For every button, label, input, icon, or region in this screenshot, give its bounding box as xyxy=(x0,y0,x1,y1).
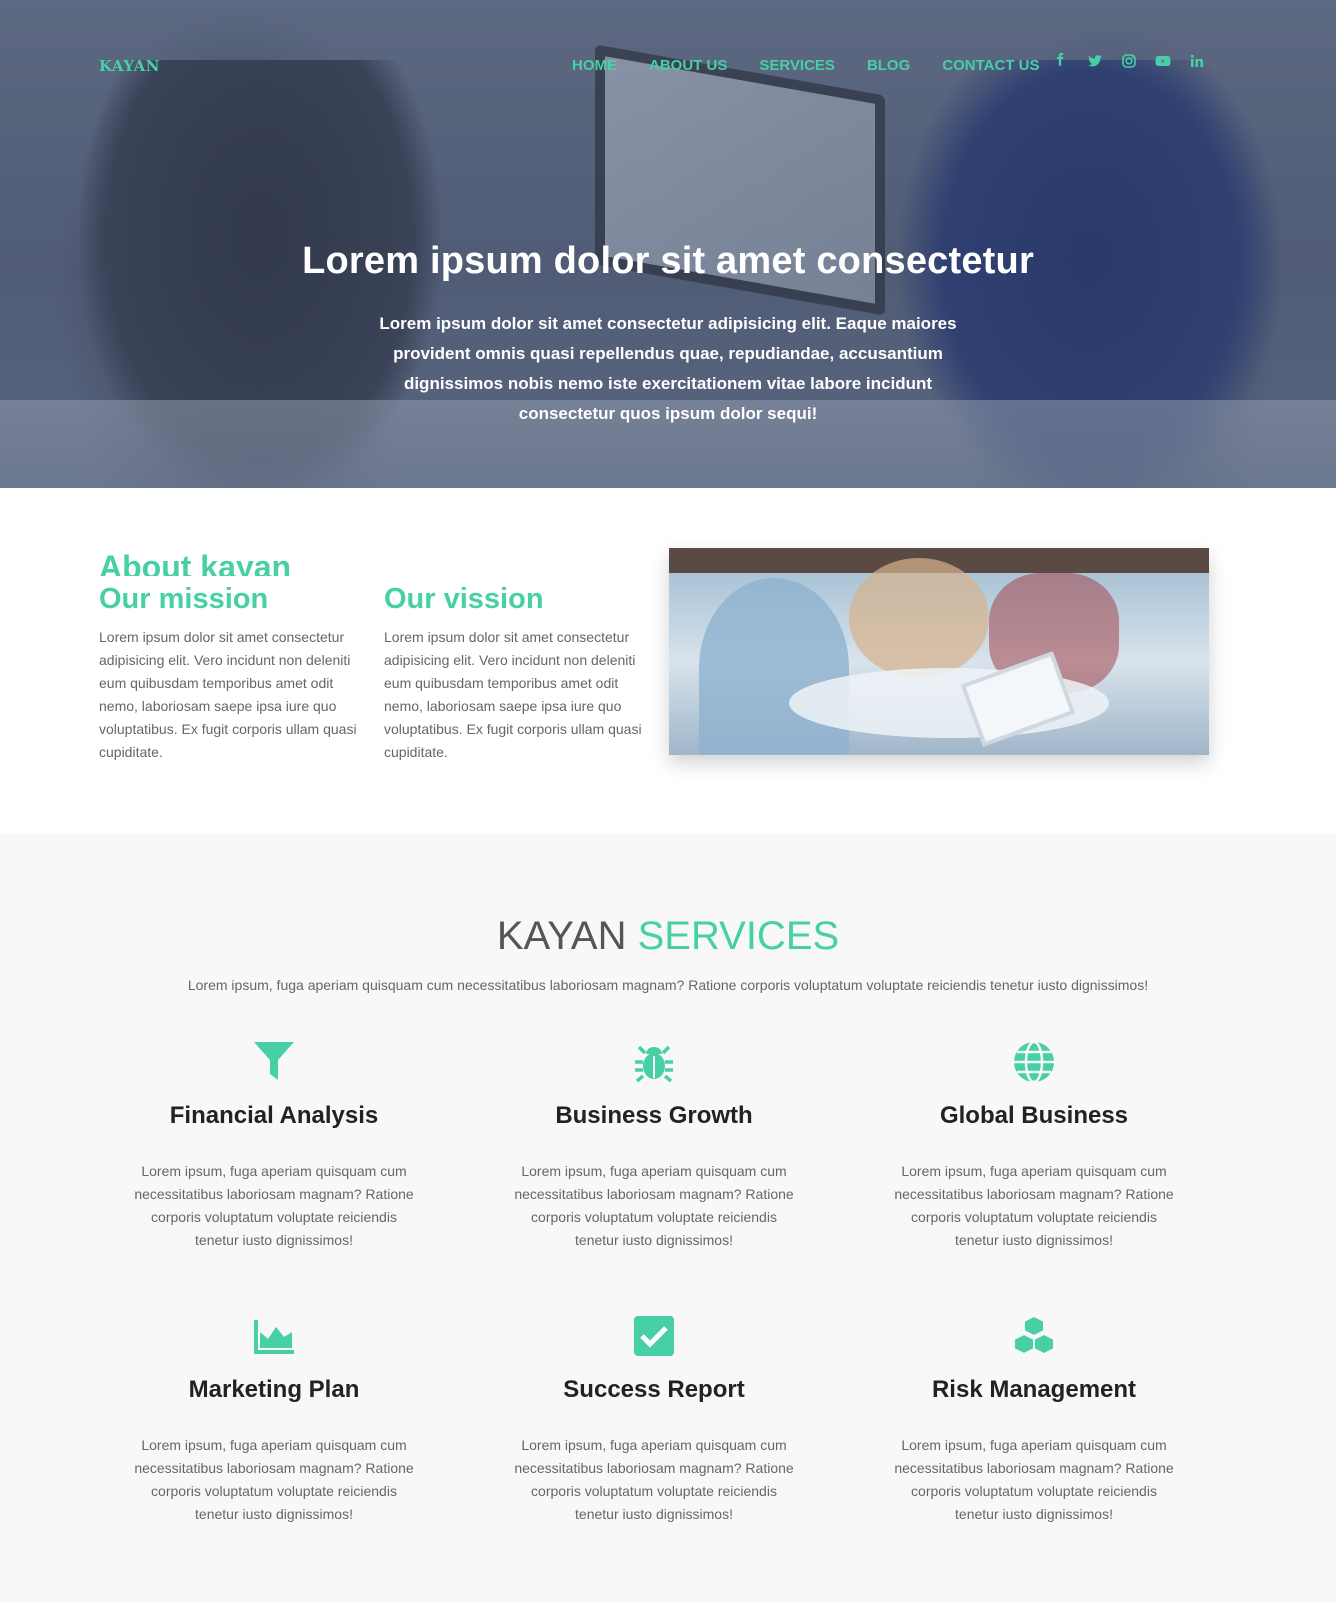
nav-item-about-us[interactable]: ABOUT US xyxy=(649,57,727,74)
nav-menu: HOME ABOUT US SERVICES BLOG CONTACT US xyxy=(572,57,1040,74)
hero-text: Lorem ipsum dolor sit amet consectetur a… xyxy=(379,314,957,423)
nav-item-home[interactable]: HOME xyxy=(572,57,617,74)
top-nav: KAYAN HOME ABOUT US SERVICES BLOG CONTAC… xyxy=(0,52,1336,82)
services-subtitle: Lorem ipsum, fuga aperiam quisquam cum n… xyxy=(187,977,1149,993)
services-title-main: KAYAN xyxy=(496,914,627,958)
bug-icon xyxy=(635,1045,673,1083)
service-title: Risk Management xyxy=(931,1376,1137,1403)
hero-content: Lorem ipsum dolor sit amet consectetur L… xyxy=(0,240,1336,429)
hero-section: KAYAN HOME ABOUT US SERVICES BLOG CONTAC… xyxy=(0,0,1336,488)
instagram-icon[interactable] xyxy=(1121,53,1137,69)
mission-heading: Our mission xyxy=(99,583,269,615)
service-text: Lorem ipsum, fuga aperiam quisquam cum n… xyxy=(514,1163,794,1248)
services-title-accent: SERVICES xyxy=(637,914,840,958)
facebook-icon[interactable] xyxy=(1053,53,1069,69)
youtube-icon[interactable] xyxy=(1155,53,1171,69)
service-title: Business Growth xyxy=(555,1102,753,1129)
check-square-icon xyxy=(634,1316,674,1356)
social-links xyxy=(1053,53,1205,69)
nav-item-services[interactable]: SERVICES xyxy=(759,57,835,74)
team-meeting-image xyxy=(669,548,1209,755)
cubes-icon xyxy=(1013,1314,1055,1356)
service-card: Global Business Lorem ipsum, fuga aperia… xyxy=(884,1040,1184,1252)
linkedin-icon[interactable] xyxy=(1189,53,1205,69)
service-card: Success Report Lorem ipsum, fuga aperiam… xyxy=(504,1314,804,1526)
service-card: Business Growth Lorem ipsum, fuga aperia… xyxy=(504,1040,804,1252)
twitter-icon[interactable] xyxy=(1087,53,1103,69)
globe-icon xyxy=(1014,1040,1054,1084)
service-title: Global Business xyxy=(939,1102,1129,1129)
service-text: Lorem ipsum, fuga aperiam quisquam cum n… xyxy=(894,1437,1174,1522)
service-text: Lorem ipsum, fuga aperiam quisquam cum n… xyxy=(894,1163,1174,1248)
services-section: KAYAN SERVICES Lorem ipsum, fuga aperiam… xyxy=(0,834,1336,1603)
services-title: KAYAN SERVICES xyxy=(0,914,1336,959)
hero-title: Lorem ipsum dolor sit amet consectetur xyxy=(302,240,1034,282)
funnel-icon xyxy=(254,1042,294,1080)
mission-text: Lorem ipsum dolor sit amet consectetur a… xyxy=(99,629,357,760)
nav-item-blog[interactable]: BLOG xyxy=(867,57,910,74)
vision-column: Our vission Lorem ipsum dolor sit amet c… xyxy=(384,583,649,764)
service-title: Success Report xyxy=(563,1376,745,1403)
area-chart-icon xyxy=(254,1320,294,1354)
service-text: Lorem ipsum, fuga aperiam quisquam cum n… xyxy=(134,1163,414,1248)
vision-text: Lorem ipsum dolor sit amet consectetur a… xyxy=(384,629,642,760)
about-title: About kayan xyxy=(99,549,292,576)
service-card: Financial Analysis Lorem ipsum, fuga ape… xyxy=(124,1040,424,1252)
mission-column: Our mission Lorem ipsum dolor sit amet c… xyxy=(99,583,364,764)
nav-item-contact-us[interactable]: CONTACT US xyxy=(942,57,1039,74)
site-logo[interactable]: KAYAN xyxy=(99,57,160,75)
service-card: Marketing Plan Lorem ipsum, fuga aperiam… xyxy=(124,1314,424,1526)
about-section: About kayan Our mission Lorem ipsum dolo… xyxy=(0,488,1336,834)
service-card: Risk Management Lorem ipsum, fuga aperia… xyxy=(884,1314,1184,1526)
service-text: Lorem ipsum, fuga aperiam quisquam cum n… xyxy=(514,1437,794,1522)
service-title: Financial Analysis xyxy=(169,1102,379,1129)
vision-heading: Our vission xyxy=(384,583,544,615)
service-text: Lorem ipsum, fuga aperiam quisquam cum n… xyxy=(134,1437,414,1522)
service-title: Marketing Plan xyxy=(188,1376,360,1403)
